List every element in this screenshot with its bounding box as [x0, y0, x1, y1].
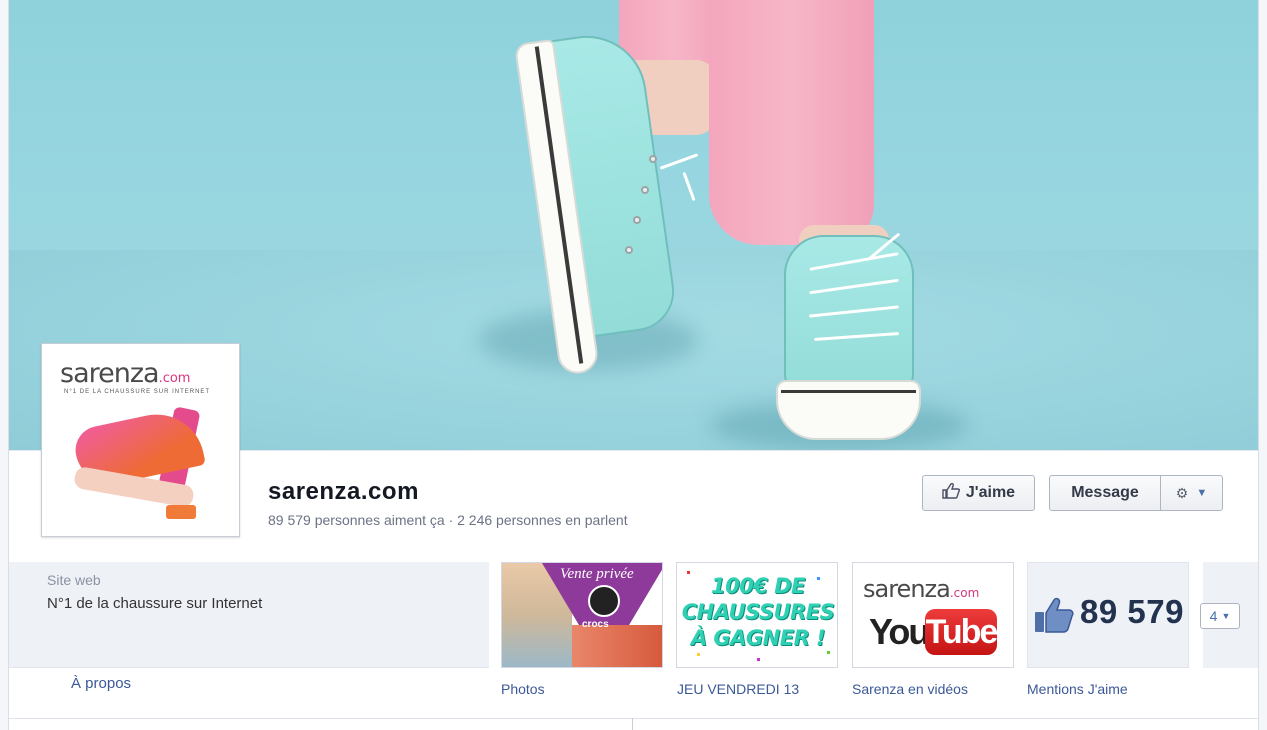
- sneaker-right: [784, 235, 914, 395]
- more-apps-count: 4: [1209, 608, 1218, 624]
- thumbs-up-icon: [942, 482, 961, 504]
- sneaker-right-sole: [776, 380, 921, 440]
- photos-tile[interactable]: Vente privée crocs: [501, 562, 663, 668]
- chevron-down-icon: ▼: [1221, 611, 1231, 621]
- page-title[interactable]: sarenza.com: [268, 478, 419, 506]
- message-button-label: Message: [1071, 484, 1139, 501]
- crocs-shoes-image: [572, 625, 662, 667]
- sole-stripe: [781, 390, 916, 393]
- confetti: [757, 658, 760, 661]
- profile-picture[interactable]: sarenza.com N°1 DE LA CHAUSSURE SUR INTE…: [41, 343, 240, 537]
- about-link[interactable]: À propos: [71, 675, 131, 692]
- thumbs-up-icon: [1034, 597, 1074, 633]
- chevron-down-icon: ▼: [1196, 487, 1208, 499]
- likes-tile[interactable]: 89 579: [1027, 562, 1189, 668]
- eyelet: [649, 155, 657, 163]
- profile-logo: sarenza.com N°1 DE LA CHAUSSURE SUR INTE…: [46, 348, 235, 532]
- contest-tile-text: 100€ DE CHAUSSURES À GAGNER !: [681, 574, 835, 650]
- lace: [659, 153, 699, 170]
- videos-tile-caption[interactable]: Sarenza en vidéos: [852, 681, 968, 697]
- confetti: [697, 653, 700, 656]
- page-stats: 89 579 personnes aiment ça · 2 246 perso…: [268, 512, 628, 528]
- crocs-brand: crocs: [582, 619, 609, 630]
- like-button[interactable]: J'aime: [922, 475, 1035, 511]
- videos-tile[interactable]: sarenza.com You Tube: [852, 562, 1014, 668]
- confetti: [827, 651, 830, 654]
- eyelet: [633, 216, 641, 224]
- lace: [682, 171, 696, 202]
- like-button-label: J'aime: [965, 484, 1016, 501]
- gear-icon: ⚙: [1175, 484, 1189, 501]
- message-button[interactable]: Message: [1049, 475, 1161, 511]
- photos-tile-caption[interactable]: Photos: [501, 681, 545, 697]
- more-apps-button[interactable]: 4 ▼: [1200, 603, 1240, 629]
- eyelet: [641, 186, 649, 194]
- youtube-logo-you: You: [869, 611, 930, 652]
- photos-tile-title: Vente privée: [560, 566, 634, 582]
- contest-tile-caption[interactable]: JEU VENDREDI 13: [677, 681, 799, 697]
- strap-illustration: [166, 505, 196, 519]
- likes-tile-caption[interactable]: Mentions J'aime: [1027, 681, 1128, 697]
- right-gutter: [1258, 0, 1267, 730]
- info-label: Site web: [47, 572, 101, 588]
- pants-right: [709, 0, 874, 245]
- divider: [9, 718, 1258, 719]
- info-value: N°1 de la chaussure sur Internet: [47, 595, 263, 612]
- left-gutter: [0, 0, 9, 730]
- contest-tile[interactable]: 100€ DE CHAUSSURES À GAGNER !: [676, 562, 838, 668]
- eyelet: [625, 246, 633, 254]
- settings-dropdown-button[interactable]: ⚙ ▼: [1160, 475, 1223, 511]
- sarenza-logo-suffix: .com: [949, 586, 980, 600]
- timeline-spine: [632, 718, 633, 730]
- sarenza-logo-main: sarenza: [863, 575, 951, 603]
- logo-suffix: .com: [158, 371, 191, 386]
- logo-tagline: N°1 DE LA CHAUSSURE SUR INTERNET: [64, 389, 211, 395]
- crocs-logo-icon: [588, 585, 620, 617]
- youtube-logo-tube: Tube: [925, 609, 998, 655]
- brand-logo: sarenza.com: [60, 358, 190, 389]
- likes-count: 89 579: [1080, 593, 1184, 630]
- sarenza-logo: sarenza.com: [863, 575, 979, 603]
- logo-main: sarenza: [60, 358, 160, 389]
